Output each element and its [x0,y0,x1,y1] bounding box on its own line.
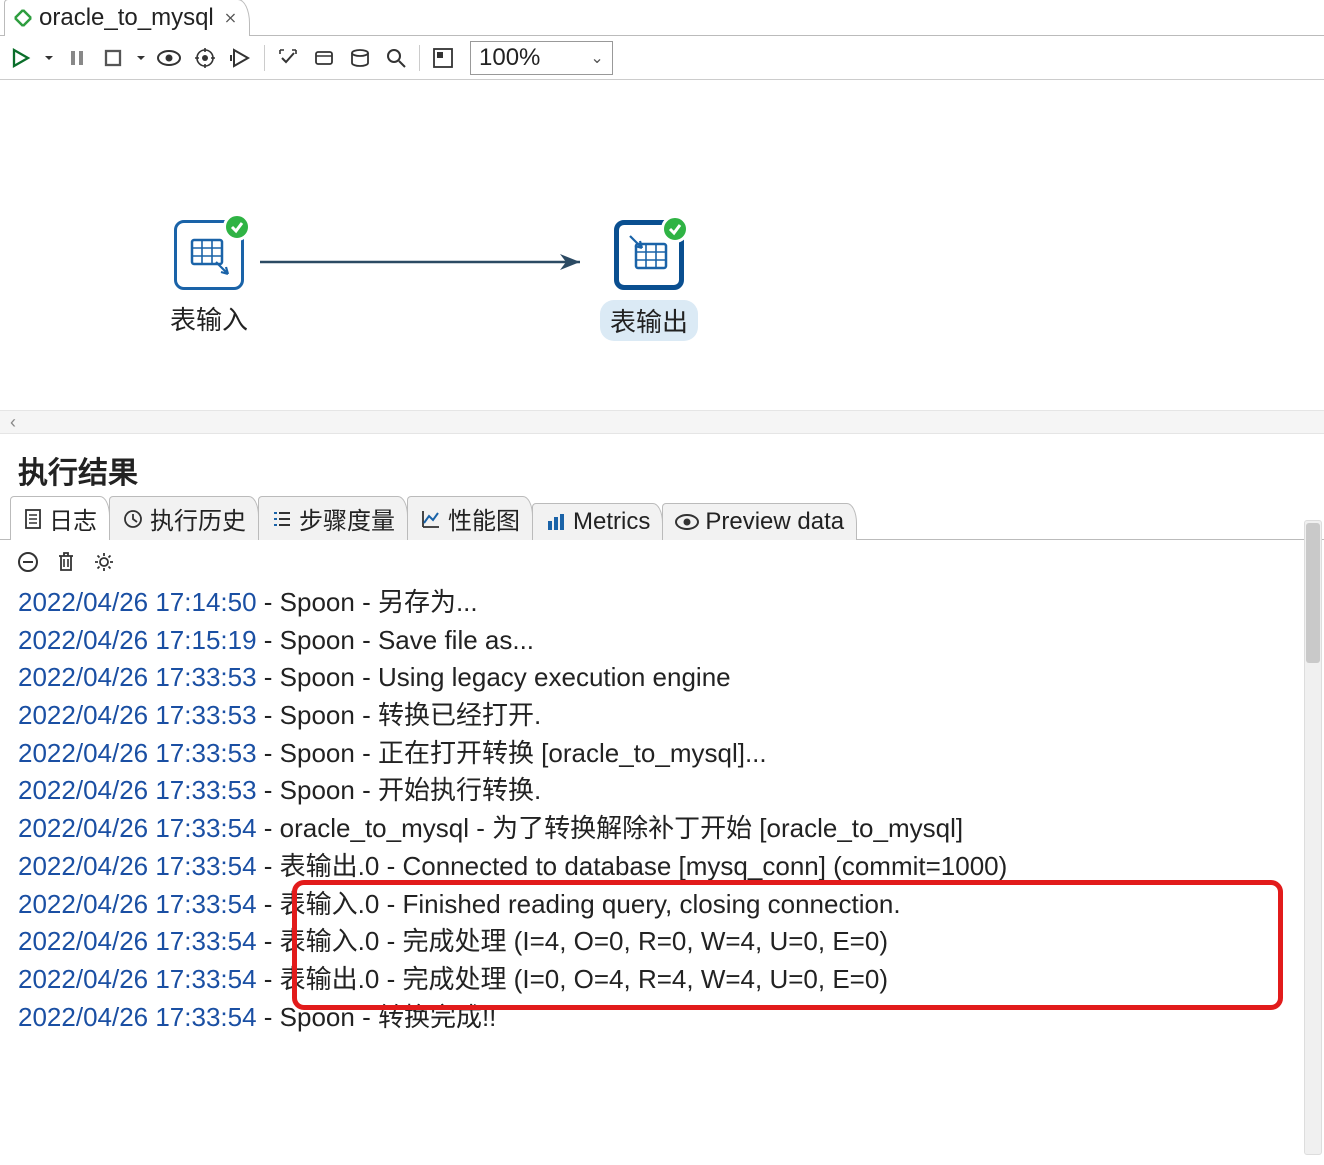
run-button[interactable] [6,43,36,73]
canvas-scroll-indicator[interactable]: ‹ [0,410,1324,434]
delete-log-button[interactable] [52,548,80,576]
log-settings-button[interactable] [90,548,118,576]
run-dropdown[interactable] [42,43,56,73]
transformation-canvas[interactable]: 表输入 表输出 [0,80,1324,410]
log-line: 2022/04/26 17:33:54 - 表输出.0 - 完成处理 (I=0,… [18,961,1310,999]
editor-tab-bar: oracle_to_mysql ⨯ [0,0,1324,36]
preview-icon [675,513,699,531]
stop-dropdown[interactable] [134,43,148,73]
step-table-output[interactable]: 表输出 [600,220,698,341]
tab-history[interactable]: 执行历史 [109,496,259,540]
step-table-input-box[interactable] [174,220,244,290]
log-line: 2022/04/26 17:33:54 - oracle_to_mysql - … [18,810,1310,848]
log-line: 2022/04/26 17:33:53 - Spoon - 正在打开转换 [or… [18,735,1310,773]
table-output-icon [628,234,670,276]
toolbar-separator [419,45,420,71]
success-badge-icon [661,215,689,243]
log-line: 2022/04/26 17:33:54 - Spoon - 转换完成!! [18,999,1310,1037]
step-metrics-icon [271,508,293,530]
show-results-button[interactable] [428,43,458,73]
step-table-output-box[interactable] [614,220,684,290]
step-table-input[interactable]: 表输入 [170,220,248,337]
perf-icon [420,508,442,530]
log-icon [23,508,43,530]
tab-step-metrics[interactable]: 步骤度量 [258,496,408,540]
pause-button[interactable] [62,43,92,73]
sql-button[interactable] [345,43,375,73]
impact-button[interactable] [309,43,339,73]
log-line: 2022/04/26 17:33:54 - 表输入.0 - 完成处理 (I=4,… [18,923,1310,961]
step-label: 表输入 [170,300,248,337]
tab-preview-data[interactable]: Preview data [662,503,857,540]
editor-tab-title: oracle_to_mysql [39,4,214,32]
log-line: 2022/04/26 17:15:19 - Spoon - Save file … [18,622,1310,660]
history-icon [122,508,144,530]
replay-button[interactable] [226,43,256,73]
verify-button[interactable] [273,43,303,73]
table-input-icon [188,234,230,276]
results-title: 执行结果 [0,434,1324,500]
chevron-down-icon: ⌄ [590,48,603,68]
hop-arrow[interactable] [260,252,600,272]
vertical-scrollbar[interactable] [1304,520,1322,1155]
editor-tab[interactable]: oracle_to_mysql ⨯ [4,0,250,36]
tab-performance[interactable]: 性能图 [407,496,533,540]
transformation-icon [13,8,33,28]
scrollbar-thumb[interactable] [1306,523,1320,663]
log-line: 2022/04/26 17:33:54 - 表输出.0 - Connected … [18,848,1310,886]
zoom-select[interactable]: 100% ⌄ [470,41,613,75]
preview-button[interactable] [154,43,184,73]
tab-log[interactable]: 日志 [10,496,110,540]
metrics-icon [545,511,567,533]
log-line: 2022/04/26 17:33:53 - Spoon - 开始执行转换. [18,772,1310,810]
log-line: 2022/04/26 17:33:53 - Spoon - 转换已经打开. [18,697,1310,735]
log-line: 2022/04/26 17:33:53 - Spoon - Using lega… [18,659,1310,697]
results-tab-bar: 日志 执行历史 步骤度量 性能图 Metrics Preview data [0,500,1324,540]
explore-button[interactable] [381,43,411,73]
success-badge-icon [223,213,251,241]
run-toolbar: 100% ⌄ [0,36,1324,80]
zoom-value: 100% [479,44,540,72]
log-output[interactable]: 2022/04/26 17:14:50 - Spoon - 另存为...2022… [0,584,1324,1046]
toolbar-separator [264,45,265,71]
log-line: 2022/04/26 17:14:50 - Spoon - 另存为... [18,584,1310,622]
log-line: 2022/04/26 17:33:54 - 表输入.0 - Finished r… [18,886,1310,924]
debug-button[interactable] [190,43,220,73]
log-toolbar [0,540,1324,584]
tab-metrics[interactable]: Metrics [532,503,663,540]
close-icon[interactable]: ⨯ [224,8,237,28]
stop-button[interactable] [98,43,128,73]
clear-log-button[interactable] [14,548,42,576]
step-label: 表输出 [600,300,698,341]
